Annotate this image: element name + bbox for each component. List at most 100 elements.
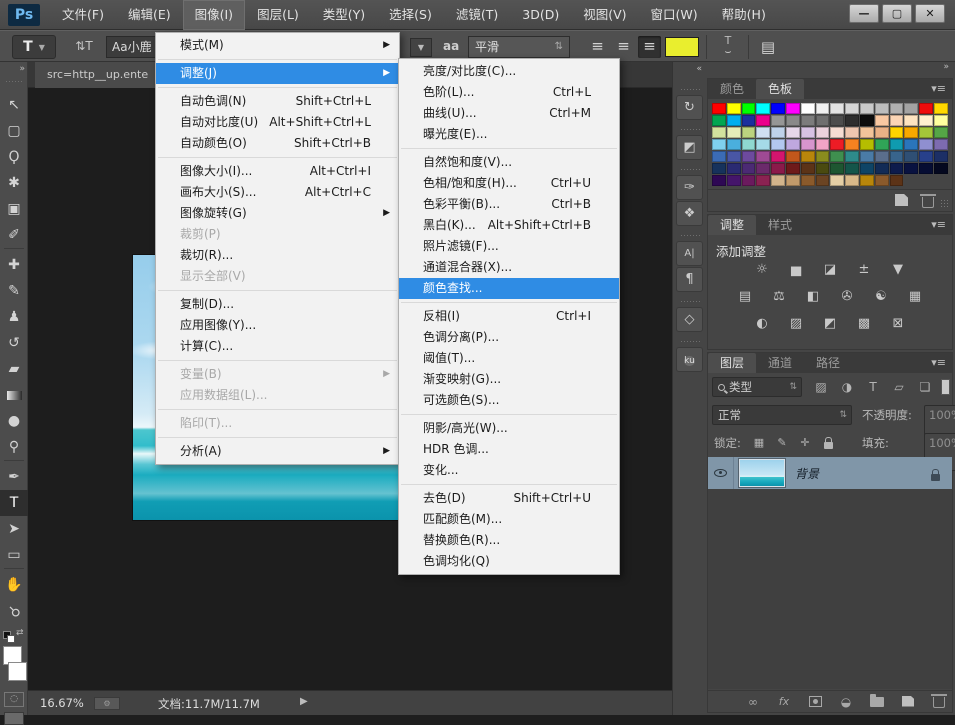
color-swatch[interactable] [875, 139, 889, 150]
adjust-submenu-item[interactable]: 阴影/高光(W)... [399, 418, 619, 439]
color-lookup-icon[interactable]: ▦ [903, 288, 928, 306]
menubar-item-v[interactable]: 视图(V) [571, 0, 638, 30]
paragraph-panel-icon[interactable]: ¶ [676, 267, 703, 292]
kuler-panel-icon[interactable]: ku [676, 347, 703, 372]
color-swatch[interactable] [816, 127, 830, 138]
adjust-submenu-item[interactable]: 阈值(T)... [399, 348, 619, 369]
grip-handle[interactable] [680, 128, 700, 132]
text-color-swatch[interactable] [665, 37, 699, 57]
menubar-item-s[interactable]: 选择(S) [377, 0, 444, 30]
grip-handle[interactable] [680, 234, 700, 238]
image-menu-item[interactable]: 图像旋转(G)▶ [156, 203, 399, 224]
status-widget-icon[interactable]: ⚙ [94, 697, 120, 710]
grip-handle[interactable] [5, 80, 23, 84]
align-center-icon[interactable]: ≡ [612, 36, 635, 58]
zoom-level[interactable]: 16.67% [40, 696, 84, 710]
history-brush-tool[interactable]: ↺ [0, 330, 28, 356]
brush-presets-panel-icon[interactable]: ❖ [676, 201, 703, 226]
background-color-swatch[interactable] [8, 662, 27, 681]
adjust-submenu-item[interactable]: HDR 色调... [399, 439, 619, 460]
levels-icon[interactable]: ▅ [784, 261, 809, 279]
color-swatch[interactable] [890, 175, 904, 186]
filter-pixel-icon[interactable]: ▨ [812, 377, 830, 397]
color-swatch[interactable] [742, 127, 756, 138]
swatches-tab-0[interactable]: 颜色 [708, 79, 756, 99]
color-swatch[interactable] [934, 139, 948, 150]
color-swatch[interactable] [860, 151, 874, 162]
color-swatch[interactable] [742, 139, 756, 150]
layers-tab-0[interactable]: 图层 [708, 353, 756, 373]
photo-filter-icon[interactable]: ✇ [835, 288, 860, 306]
minimize-button[interactable]: — [849, 4, 879, 23]
adjust-submenu-item[interactable]: 色阶(L)...Ctrl+L [399, 82, 619, 103]
menubar-item-y[interactable]: 类型(Y) [311, 0, 377, 30]
adjust-submenu-item[interactable]: 自然饱和度(V)... [399, 152, 619, 173]
color-swatch[interactable] [860, 115, 874, 126]
color-swatch[interactable] [919, 115, 933, 126]
color-swatch[interactable] [816, 175, 830, 186]
color-swatch[interactable] [756, 115, 770, 126]
link-layers-icon[interactable]: ∞ [746, 691, 760, 713]
color-swatch[interactable] [890, 127, 904, 138]
curves-icon[interactable]: ◪ [818, 261, 843, 279]
color-swatch[interactable] [919, 139, 933, 150]
menubar-item-e[interactable]: 编辑(E) [116, 0, 183, 30]
color-swatch[interactable] [890, 151, 904, 162]
color-swatch[interactable] [845, 127, 859, 138]
warp-text-icon[interactable]: T⌣ [716, 35, 740, 59]
grip-handle[interactable] [680, 168, 700, 172]
exposure-icon[interactable]: ± [852, 261, 877, 279]
layer-effects-icon[interactable]: fx [777, 691, 791, 713]
adjust-submenu-item[interactable]: 反相(I)Ctrl+I [399, 306, 619, 327]
color-swatch[interactable] [904, 163, 918, 174]
shape-tool[interactable]: ▭ [0, 542, 28, 568]
color-swatch[interactable] [712, 115, 726, 126]
collapse-tools-icon[interactable]: » [0, 64, 28, 76]
color-swatch[interactable] [712, 103, 726, 114]
filter-shape-icon[interactable]: ▱ [890, 377, 908, 397]
status-arrow-icon[interactable]: ▶ [300, 696, 308, 707]
brightness-contrast-icon[interactable]: ☼ [750, 261, 775, 279]
threshold-icon[interactable]: ◩ [818, 315, 843, 333]
adjust-submenu-item[interactable]: 通道混合器(X)... [399, 257, 619, 278]
grip-handle[interactable] [680, 88, 700, 92]
color-swatch[interactable] [727, 103, 741, 114]
color-swatch[interactable] [890, 115, 904, 126]
color-swatch[interactable] [727, 127, 741, 138]
grip-handle[interactable] [680, 300, 700, 304]
3d-panel-icon[interactable]: ◇ [676, 307, 703, 332]
color-swatch[interactable] [801, 175, 815, 186]
invert-icon[interactable]: ◐ [750, 315, 775, 333]
color-swatch[interactable] [904, 103, 918, 114]
current-tool-button[interactable]: T ▼ [12, 35, 56, 59]
color-swatch[interactable] [727, 115, 741, 126]
layer-thumbnail[interactable] [739, 459, 785, 487]
gradient-tool[interactable] [0, 382, 28, 408]
menubar-item-3dd[interactable]: 3D(D) [510, 0, 571, 30]
color-swatch[interactable] [904, 115, 918, 126]
image-menu-item[interactable]: 裁切(R)... [156, 245, 399, 266]
lock-position-icon[interactable]: ✛ [798, 433, 812, 453]
color-swatch[interactable] [904, 139, 918, 150]
color-swatch[interactable] [875, 175, 889, 186]
color-swatch[interactable] [742, 115, 756, 126]
color-swatch[interactable] [934, 103, 948, 114]
lock-transparency-icon[interactable]: ▦ [752, 433, 766, 453]
font-family-field[interactable]: Aa小鹿 [106, 36, 158, 58]
color-swatch[interactable] [919, 127, 933, 138]
color-swatch[interactable] [786, 151, 800, 162]
color-swatch[interactable] [727, 151, 741, 162]
eyedropper-tool[interactable]: ✐ [0, 222, 28, 248]
new-swatch-icon[interactable] [895, 194, 908, 206]
adjust-submenu-item[interactable]: 照片滤镜(F)... [399, 236, 619, 257]
channel-mixer-icon[interactable]: ☯ [869, 288, 894, 306]
color-swatch[interactable] [816, 115, 830, 126]
toggle-panels-icon[interactable]: ▤ [756, 37, 780, 57]
marquee-tool[interactable]: ▢ [0, 118, 28, 144]
color-swatch[interactable] [712, 175, 726, 186]
adjust-submenu-item[interactable]: 变化... [399, 460, 619, 481]
color-swatch[interactable] [845, 115, 859, 126]
color-swatch[interactable] [830, 127, 844, 138]
color-swatch[interactable] [742, 103, 756, 114]
color-swatch[interactable] [875, 151, 889, 162]
